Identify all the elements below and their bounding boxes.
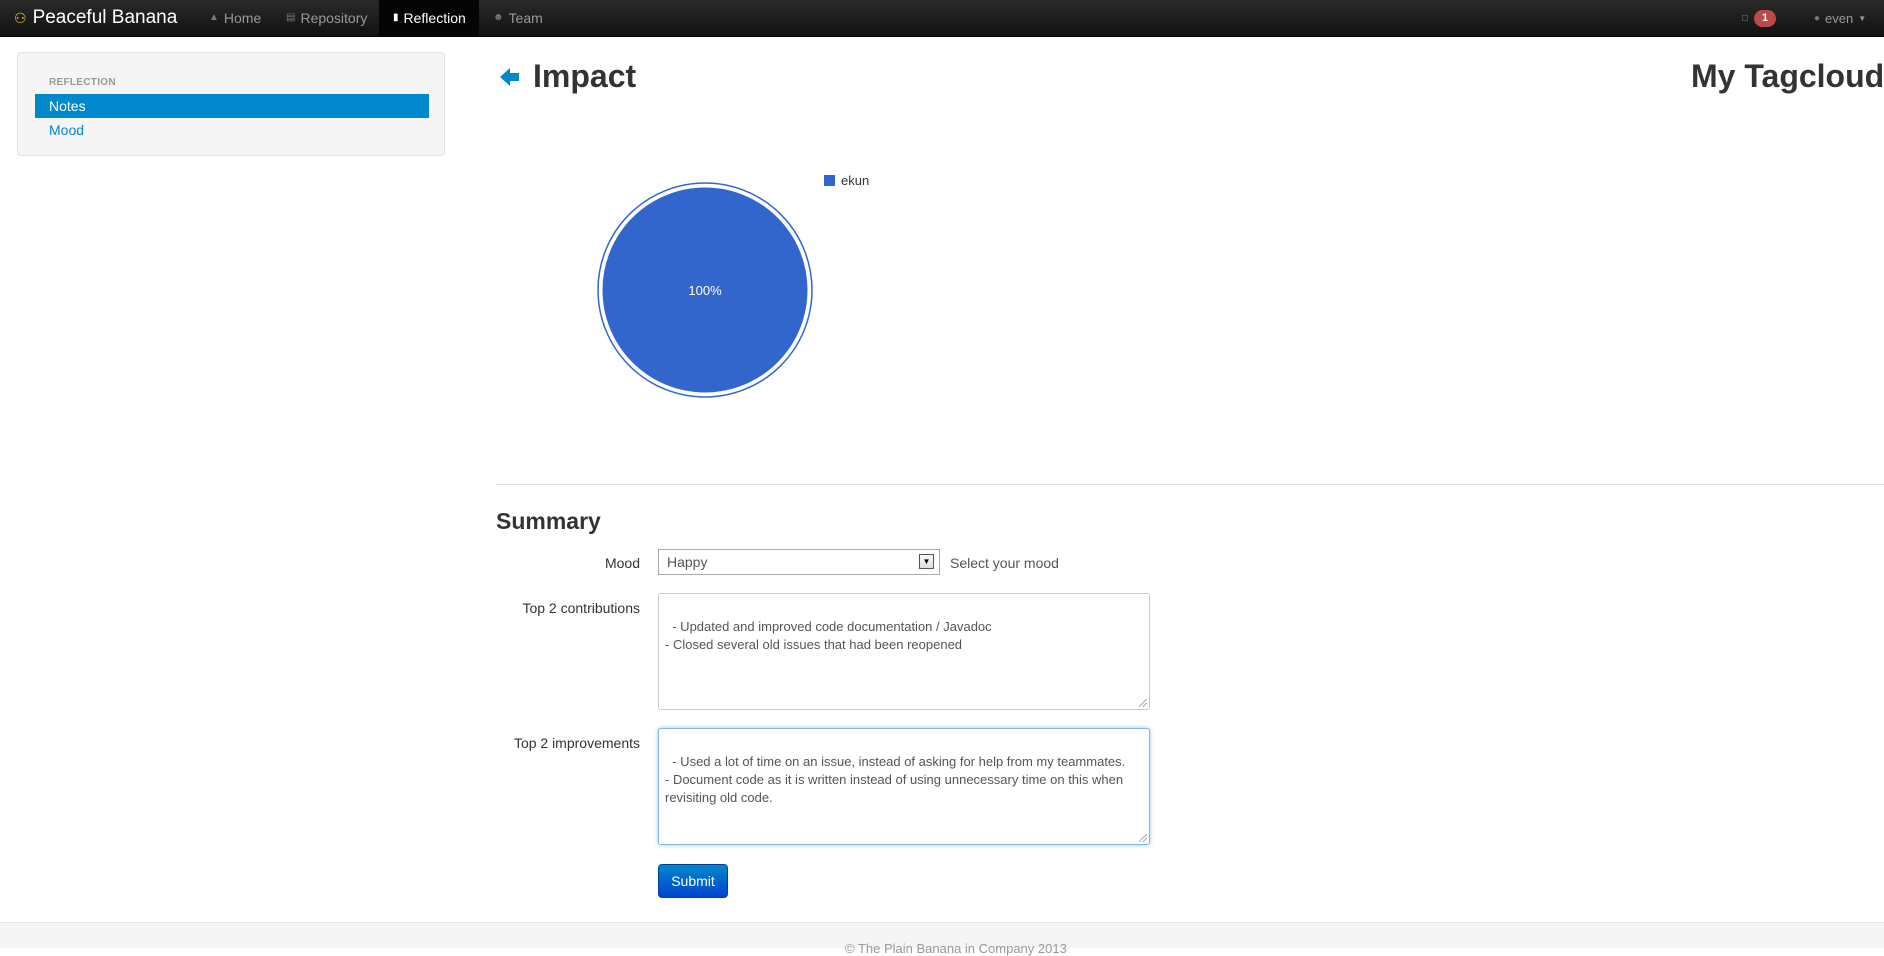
nav-team[interactable]: ☻ Team bbox=[479, 0, 557, 36]
user-icon: ● bbox=[1814, 12, 1821, 24]
legend-swatch bbox=[824, 175, 835, 186]
footer: © The Plain Banana in Company 2013 bbox=[0, 922, 1884, 956]
improvements-text: - Used a lot of time on an issue, instea… bbox=[665, 754, 1126, 805]
contributions-textarea[interactable]: - Updated and improved code documentatio… bbox=[658, 593, 1150, 710]
notifications-button[interactable]: □ 1 bbox=[1742, 0, 1777, 36]
nav-home-label: Home bbox=[223, 10, 262, 26]
brand-link[interactable]: ⚇ Peaceful Banana bbox=[14, 0, 177, 36]
mood-selected-value: Happy bbox=[667, 554, 708, 570]
top-navbar: ⚇ Peaceful Banana ▲ Home ▤ Repository ▮ … bbox=[0, 0, 1884, 37]
footer-text: © The Plain Banana in Company 2013 bbox=[845, 941, 1067, 956]
mood-label: Mood bbox=[604, 555, 640, 571]
mood-help-text: Select your mood bbox=[950, 555, 1059, 571]
mood-select[interactable]: Happy ▼ bbox=[658, 549, 940, 575]
improvements-label: Top 2 improvements bbox=[513, 735, 640, 751]
book-icon: ▮ bbox=[393, 12, 399, 23]
contributions-label: Top 2 contributions bbox=[522, 600, 640, 616]
sidebar: REFLECTION Notes Mood bbox=[17, 52, 445, 156]
resize-grip-icon[interactable] bbox=[1139, 699, 1147, 707]
chevron-down-icon: ▼ bbox=[1858, 13, 1867, 23]
section-divider bbox=[496, 484, 1884, 485]
pie-slice-label: 100% bbox=[688, 283, 722, 298]
nav-reflection[interactable]: ▮ Reflection bbox=[379, 0, 479, 36]
nav-home[interactable]: ▲ Home bbox=[195, 0, 275, 36]
resize-grip-icon[interactable] bbox=[1139, 834, 1147, 842]
impact-title: Impact bbox=[533, 58, 637, 94]
nav-repository[interactable]: ▤ Repository bbox=[272, 0, 381, 36]
user-name: even bbox=[1825, 10, 1854, 26]
tagcloud-title: My Tagcloud bbox=[1691, 58, 1884, 94]
impact-pie-chart: 100% bbox=[597, 182, 813, 398]
submit-button[interactable]: Submit bbox=[658, 864, 728, 898]
improvements-textarea[interactable]: - Used a lot of time on an issue, instea… bbox=[658, 728, 1150, 845]
home-icon: ▲ bbox=[209, 12, 219, 23]
legend-label: ekun bbox=[841, 173, 870, 188]
chart-legend: ekun bbox=[824, 173, 869, 188]
sidebar-item-notes[interactable]: Notes bbox=[35, 94, 429, 118]
banana-icon: ⚇ bbox=[14, 10, 27, 26]
nav-team-label: Team bbox=[508, 10, 543, 26]
folder-icon: ▤ bbox=[286, 12, 296, 23]
user-menu[interactable]: ● even ▼ bbox=[1814, 0, 1866, 36]
bell-icon: □ bbox=[1742, 12, 1749, 24]
notification-badge: 1 bbox=[1754, 9, 1777, 27]
contributions-text: - Updated and improved code documentatio… bbox=[665, 619, 992, 652]
sidebar-header: REFLECTION bbox=[49, 77, 116, 88]
team-icon: ☻ bbox=[493, 12, 504, 23]
summary-title: Summary bbox=[496, 508, 601, 534]
dropdown-arrow-icon[interactable]: ▼ bbox=[919, 554, 934, 569]
nav-repository-label: Repository bbox=[300, 10, 368, 26]
nav-reflection-label: Reflection bbox=[403, 10, 466, 26]
brand-name: Peaceful Banana bbox=[32, 7, 178, 28]
sidebar-item-mood[interactable]: Mood bbox=[35, 118, 429, 142]
arrow-left-icon[interactable] bbox=[499, 66, 521, 88]
